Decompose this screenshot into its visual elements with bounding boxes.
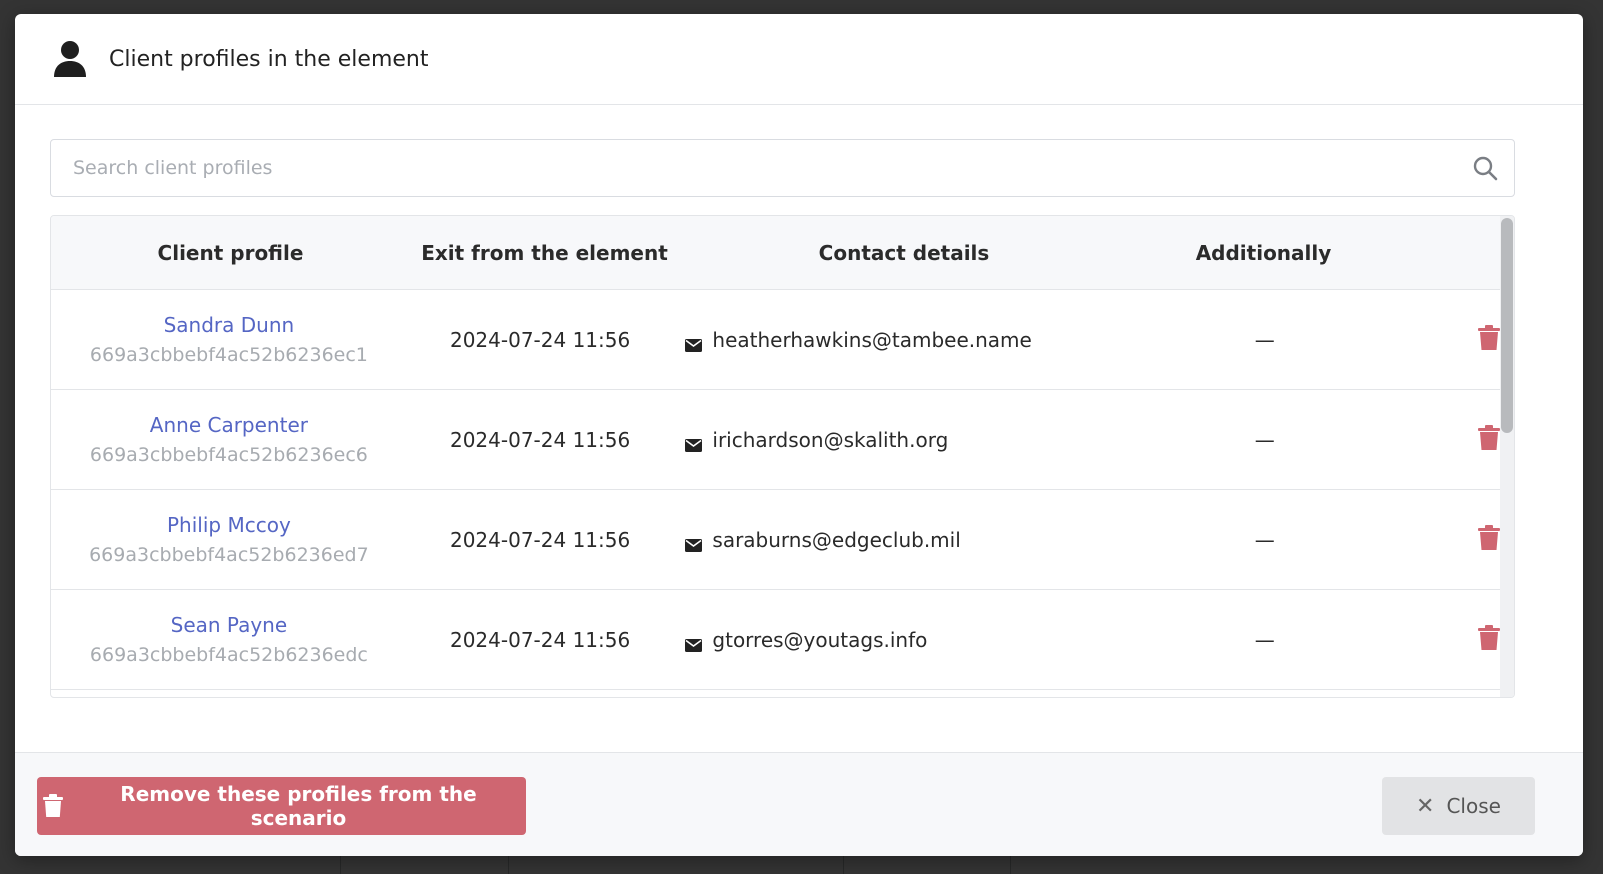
trash-icon[interactable] (1398, 324, 1500, 351)
trash-icon[interactable] (1398, 424, 1500, 451)
row-actions (1398, 424, 1500, 455)
row-actions (1398, 524, 1500, 555)
trash-icon (43, 794, 63, 818)
contact-cell: heatherhawkins@tambee.name (673, 328, 1131, 352)
additional-value: — (1254, 327, 1275, 352)
remove-profiles-label: Remove these profiles from the scenario (120, 782, 477, 830)
envelope-icon (685, 533, 703, 552)
remove-profiles-button[interactable]: Remove these profiles from the scenario (37, 777, 526, 835)
column-header-contact: Contact details (818, 240, 990, 265)
contact-email: heatherhawkins@tambee.name (712, 327, 1032, 352)
client-cell: Sean Payne 669a3cbbebf4ac52b6236edc (51, 610, 407, 670)
column-header-additionally: Additionally (1195, 240, 1332, 265)
client-id: 669a3cbbebf4ac52b6236ec1 (89, 343, 368, 366)
trash-icon[interactable] (1398, 524, 1500, 551)
table-scrollbar-thumb[interactable] (1501, 218, 1513, 433)
client-cell: Philip Mccoy 669a3cbbebf4ac52b6236ed7 (51, 510, 407, 570)
search-input[interactable] (51, 139, 1472, 197)
additional-value: — (1254, 527, 1275, 552)
contact-cell: irichardson@skalith.org (673, 428, 1131, 452)
exit-date: 2024-07-24 11:56 (449, 327, 631, 352)
profiles-table: Client profile Exit from the element Con… (50, 215, 1515, 698)
client-id: 669a3cbbebf4ac52b6236edc (89, 643, 368, 666)
table-row: Anne Carpenter 669a3cbbebf4ac52b6236ec6 … (51, 390, 1500, 490)
row-actions (1398, 624, 1500, 655)
close-button[interactable]: ✕ Close (1382, 777, 1535, 835)
table-row: Sean Payne 669a3cbbebf4ac52b6236edc 2024… (51, 590, 1500, 690)
client-name-link[interactable]: Philip Mccoy (167, 510, 291, 540)
user-icon (53, 40, 87, 78)
search-box (50, 139, 1515, 197)
column-header-client-profile: Client profile (157, 240, 304, 265)
row-actions (1398, 324, 1500, 355)
column-header-exit: Exit from the element (421, 240, 668, 265)
envelope-icon (685, 333, 703, 352)
client-name-link[interactable]: Anne Carpenter (150, 410, 308, 440)
client-id: 669a3cbbebf4ac52b6236ec6 (89, 443, 368, 466)
exit-date: 2024-07-24 11:56 (449, 627, 631, 652)
modal-footer: Remove these profiles from the scenario … (15, 752, 1583, 856)
exit-date: 2024-07-24 11:56 (449, 527, 631, 552)
client-profiles-modal: Client profiles in the element Client pr… (15, 14, 1583, 856)
modal-header: Client profiles in the element (15, 14, 1583, 105)
contact-cell: gtorres@youtags.info (673, 628, 1131, 652)
contact-email: saraburns@edgeclub.mil (712, 527, 961, 552)
search-icon[interactable] (1472, 155, 1498, 181)
trash-icon[interactable] (1398, 624, 1500, 651)
close-label: Close (1446, 794, 1501, 818)
contact-email: irichardson@skalith.org (712, 427, 949, 452)
additional-value: — (1254, 427, 1275, 452)
modal-title: Client profiles in the element (109, 46, 429, 72)
envelope-icon (685, 633, 703, 652)
contact-cell: saraburns@edgeclub.mil (673, 528, 1131, 552)
additional-value: — (1254, 627, 1275, 652)
table-row: Sandra Dunn 669a3cbbebf4ac52b6236ec1 202… (51, 290, 1500, 390)
table-header: Client profile Exit from the element Con… (51, 216, 1500, 290)
client-name-link[interactable]: Sandra Dunn (164, 310, 295, 340)
client-id: 669a3cbbebf4ac52b6236ed7 (89, 543, 369, 566)
client-name-link[interactable]: Sean Payne (171, 610, 288, 640)
envelope-icon (685, 433, 703, 452)
table-scrollbar[interactable] (1500, 216, 1514, 697)
table-scroll-area[interactable]: Client profile Exit from the element Con… (51, 216, 1500, 697)
client-cell: Anne Carpenter 669a3cbbebf4ac52b6236ec6 (51, 410, 407, 470)
close-icon: ✕ (1416, 793, 1435, 819)
contact-email: gtorres@youtags.info (712, 627, 928, 652)
client-cell: Sandra Dunn 669a3cbbebf4ac52b6236ec1 (51, 310, 407, 370)
exit-date: 2024-07-24 11:56 (449, 427, 631, 452)
table-row: Philip Mccoy 669a3cbbebf4ac52b6236ed7 20… (51, 490, 1500, 590)
